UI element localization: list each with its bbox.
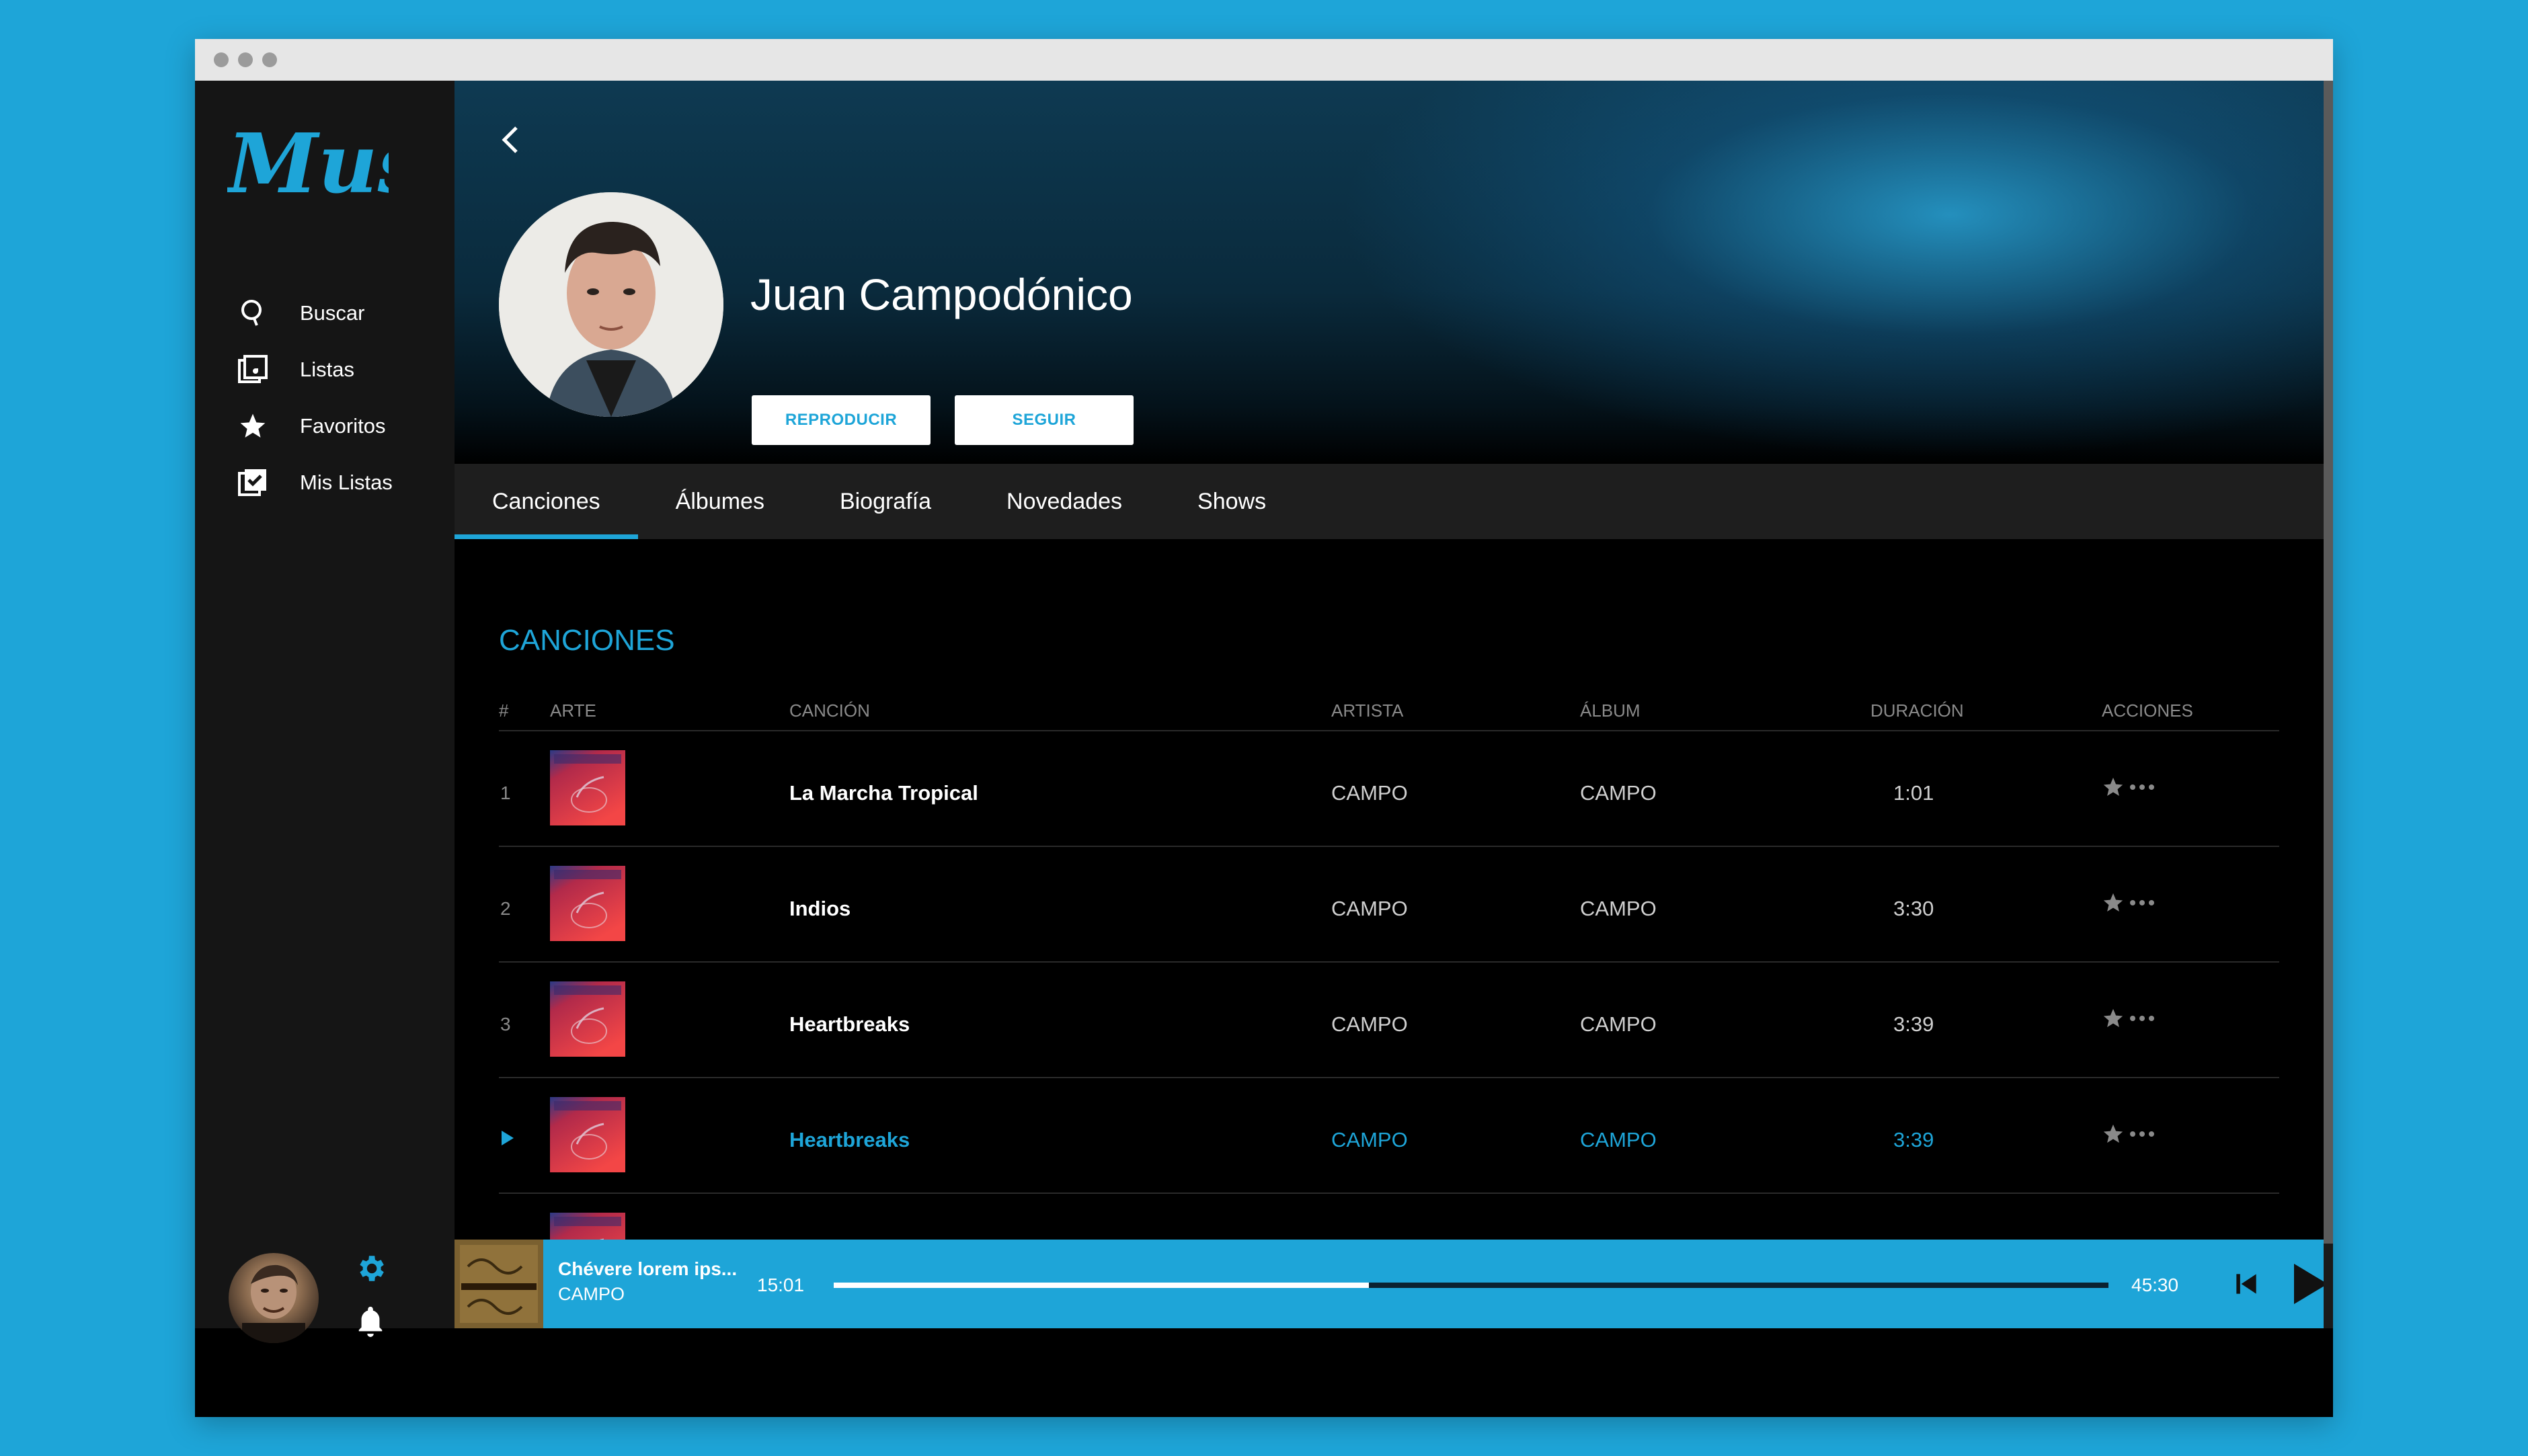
table-row[interactable]: 3 Heartbreaks CAMPO CAMPO 3:39 [499, 963, 2279, 1078]
more-icon[interactable] [2129, 1014, 2156, 1022]
app-logo[interactable]: Mus [227, 113, 389, 214]
checklist-icon [237, 467, 269, 499]
track-number: 3 [500, 1014, 511, 1035]
play-icon [2294, 1264, 2324, 1304]
tab-biografia[interactable]: Biografía [802, 464, 969, 539]
star-icon[interactable] [2102, 776, 2125, 799]
song-artist[interactable]: CAMPO [1331, 1012, 1408, 1037]
song-duration: 1:01 [1893, 781, 1934, 805]
song-duration: 3:39 [1893, 1128, 1934, 1151]
previous-track-button[interactable] [2229, 1266, 2263, 1301]
skip-back-icon [2236, 1274, 2256, 1294]
sidebar-item-listas[interactable]: Listas [237, 350, 354, 390]
progress-bar[interactable] [834, 1283, 2108, 1288]
row-actions [2102, 1123, 2156, 1145]
follow-button[interactable]: SEGUIR [955, 395, 1134, 445]
album-art-thumbnail[interactable] [550, 866, 625, 941]
sidebar-item-label: Mis Listas [300, 471, 393, 494]
play-artist-button[interactable]: REPRODUCIR [752, 395, 931, 445]
song-title[interactable]: La Marcha Tropical [789, 781, 978, 805]
more-icon[interactable] [2129, 899, 2156, 907]
window-titlebar [195, 39, 2333, 81]
now-playing-art[interactable] [455, 1240, 543, 1328]
tab-albumes[interactable]: Álbumes [638, 464, 802, 539]
row-actions [2102, 891, 2156, 914]
sidebar-item-buscar[interactable]: Buscar [237, 293, 364, 333]
track-number: 2 [500, 898, 511, 919]
table-header: # ARTE CANCIÓN ARTISTA ÁLBUM DURACIÓN AC… [499, 686, 2279, 731]
sidebar-item-label: Listas [300, 358, 354, 381]
row-actions [2102, 1007, 2156, 1030]
player-bar: Chévere lorem ips... CAMPO 15:01 45:30 [455, 1240, 2324, 1328]
song-duration: 3:30 [1893, 897, 1934, 920]
scrollbar-thumb[interactable] [2324, 81, 2333, 1244]
main-content: Juan Campodónico REPRODUCIR SEGUIR Canci… [455, 81, 2324, 1328]
header-actions: ACCIONES [2102, 700, 2193, 721]
tab-novedades[interactable]: Novedades [969, 464, 1160, 539]
progress-fill [834, 1283, 1370, 1288]
header-art: ARTE [550, 700, 596, 721]
sidebar: Mus Buscar Listas Favoritos Mis Listas [195, 81, 455, 1343]
now-playing-title[interactable]: Chévere lorem ips... [558, 1258, 737, 1280]
star-icon[interactable] [2102, 1007, 2125, 1030]
artist-hero: Juan Campodónico REPRODUCIR SEGUIR [455, 81, 2324, 464]
song-album[interactable]: CAMPO [1580, 1128, 1657, 1152]
star-icon[interactable] [2102, 1123, 2125, 1145]
star-icon [237, 410, 269, 442]
search-icon [237, 297, 269, 329]
artist-name: Juan Campodónico [750, 270, 1133, 319]
sidebar-item-favoritos[interactable]: Favoritos [237, 406, 385, 446]
total-time: 45:30 [2131, 1275, 2179, 1295]
window-maximize-button[interactable] [262, 52, 277, 67]
bell-icon[interactable] [355, 1304, 386, 1338]
song-title[interactable]: Indios [789, 897, 851, 921]
tab-canciones[interactable]: Canciones [455, 464, 638, 539]
song-title[interactable]: Heartbreaks [789, 1012, 910, 1037]
gear-icon[interactable] [354, 1252, 387, 1285]
section-title: CANCIONES [499, 624, 675, 657]
current-time: 15:01 [757, 1275, 805, 1295]
song-duration: 3:39 [1893, 1012, 1934, 1036]
tab-shows[interactable]: Shows [1160, 464, 1304, 539]
header-title[interactable]: CANCIÓN [789, 700, 870, 721]
row-actions [2102, 776, 2156, 799]
app-window: Mus Buscar Listas Favoritos Mis Listas [195, 39, 2333, 1417]
playlist-icon [237, 354, 269, 386]
album-art-thumbnail[interactable] [550, 750, 625, 825]
table-row[interactable]: 1 La Marcha Tropical CAMPO CAMPO 1:01 [499, 731, 2279, 847]
header-duration[interactable]: DURACIÓN [1870, 700, 1964, 721]
header-album[interactable]: ÁLBUM [1580, 700, 1641, 721]
window-close-button[interactable] [214, 52, 229, 67]
svg-text:Mus: Mus [227, 115, 389, 212]
song-album[interactable]: CAMPO [1580, 897, 1657, 921]
song-artist[interactable]: CAMPO [1331, 1128, 1408, 1152]
user-avatar[interactable] [229, 1253, 319, 1343]
songs-table: # ARTE CANCIÓN ARTISTA ÁLBUM DURACIÓN AC… [499, 686, 2279, 1328]
song-album[interactable]: CAMPO [1580, 1012, 1657, 1037]
table-row[interactable]: 2 Indios CAMPO CAMPO 3:30 [499, 847, 2279, 963]
artist-tabs: Canciones Álbumes Biografía Novedades Sh… [455, 464, 2324, 539]
artist-photo [499, 192, 723, 417]
song-artist[interactable]: CAMPO [1331, 897, 1408, 921]
song-title[interactable]: Heartbreaks [789, 1128, 910, 1152]
star-icon[interactable] [2102, 891, 2125, 914]
play-button[interactable] [2279, 1256, 2324, 1312]
header-num: # [499, 700, 509, 721]
track-number: 1 [500, 782, 511, 803]
sidebar-item-label: Buscar [300, 301, 365, 325]
sidebar-item-mis-listas[interactable]: Mis Listas [237, 462, 393, 503]
song-artist[interactable]: CAMPO [1331, 781, 1408, 805]
song-album[interactable]: CAMPO [1580, 781, 1657, 805]
sidebar-item-label: Favoritos [300, 414, 386, 438]
back-arrow-icon[interactable] [495, 121, 526, 159]
now-playing-artist[interactable]: CAMPO [558, 1284, 625, 1305]
now-playing-indicator-icon [500, 1129, 515, 1151]
more-icon[interactable] [2129, 1130, 2156, 1138]
album-art-thumbnail[interactable] [550, 1097, 625, 1172]
more-icon[interactable] [2129, 783, 2156, 791]
header-artist[interactable]: ARTISTA [1331, 700, 1403, 721]
album-art-thumbnail[interactable] [550, 981, 625, 1057]
window-minimize-button[interactable] [238, 52, 253, 67]
table-row[interactable]: Heartbreaks CAMPO CAMPO 3:39 [499, 1078, 2279, 1194]
